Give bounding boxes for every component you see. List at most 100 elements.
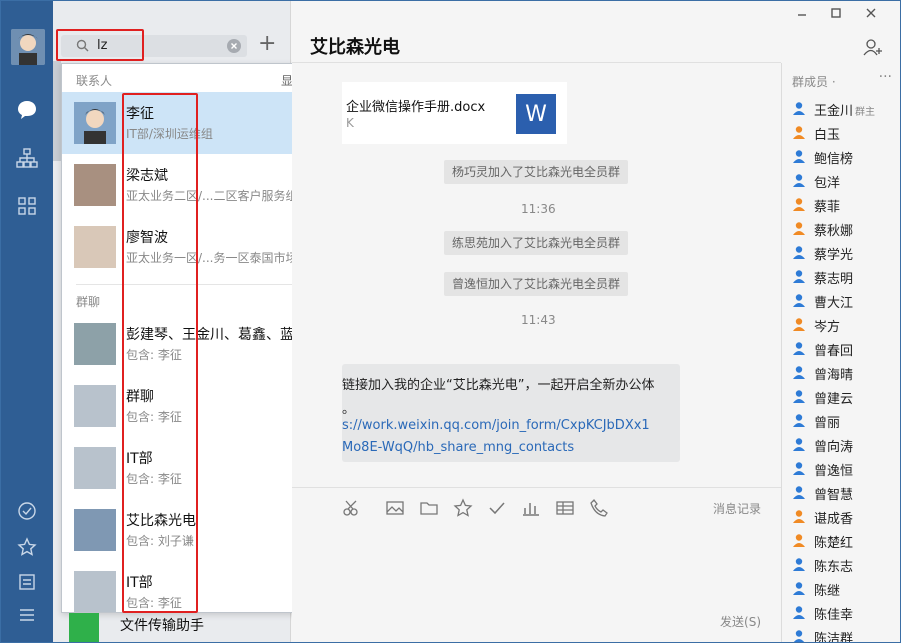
member-item[interactable]: 王金川 群主 xyxy=(792,97,900,121)
window-controls xyxy=(780,1,900,29)
checkmark-icon[interactable] xyxy=(487,498,507,518)
member-name: 蔡志明 xyxy=(814,272,854,287)
member-item[interactable]: 曾建云 xyxy=(792,385,900,409)
member-list-panel: 群成员 · ··· 王金川 群主白玉鲍信榜包洋蔡菲蔡秋娜蔡学光蔡志明曹大江岑方曾春… xyxy=(781,63,900,642)
system-message: 杨巧灵加入了艾比森光电全员群 xyxy=(444,160,629,184)
person-icon xyxy=(792,317,806,331)
member-item[interactable]: 蔡秋娜 xyxy=(792,217,900,241)
member-item[interactable]: 陈楚红 xyxy=(792,529,900,553)
session-scrollbar[interactable] xyxy=(53,61,61,161)
invite-link[interactable]: s://work.weixin.qq.com/join_form/CxpKCJb… xyxy=(342,418,650,433)
member-item[interactable]: 曾逸恒 xyxy=(792,457,900,481)
menu-hamburger-icon[interactable] xyxy=(14,602,40,628)
member-name: 曾春回 xyxy=(814,344,854,359)
member-name: 白玉 xyxy=(814,128,841,143)
member-item[interactable]: 陈佳幸 xyxy=(792,601,900,625)
chat-icon[interactable] xyxy=(14,97,40,123)
chat-header: 艾比森光电 xyxy=(292,1,781,63)
member-list-header: 群成员 · xyxy=(792,75,836,89)
member-name: 曾逸恒 xyxy=(814,464,854,479)
member-item[interactable]: 白玉 xyxy=(792,121,900,145)
member-name: 曾智慧 xyxy=(814,488,854,503)
person-icon xyxy=(792,413,806,427)
invite-link[interactable]: Mo8E-WqQ/hb_share_mng_contacts xyxy=(342,440,574,455)
person-icon xyxy=(792,605,806,619)
member-item[interactable]: 曹大江 xyxy=(792,289,900,313)
table-icon[interactable] xyxy=(555,498,575,518)
file-size: K xyxy=(346,116,354,130)
person-icon xyxy=(792,461,806,475)
send-button[interactable]: 发送(S) xyxy=(720,613,761,630)
message-timestamp: 11:36 xyxy=(521,202,556,216)
person-icon xyxy=(792,173,806,187)
member-name: 曾建云 xyxy=(814,392,854,407)
group-avatar xyxy=(74,571,116,612)
settings-sliders-icon[interactable] xyxy=(14,569,40,595)
member-name: 岑方 xyxy=(814,320,841,335)
file-name: 企业微信操作手册.docx xyxy=(346,100,486,115)
folder-icon[interactable] xyxy=(419,498,439,518)
person-icon xyxy=(792,365,806,379)
clear-search-icon[interactable] xyxy=(227,39,241,53)
member-item[interactable]: 蔡学光 xyxy=(792,241,900,265)
user-avatar[interactable] xyxy=(11,29,45,65)
member-item[interactable]: 曾智慧 xyxy=(792,481,900,505)
message-timestamp: 11:43 xyxy=(521,313,556,327)
favorites-star-icon[interactable] xyxy=(14,534,40,560)
member-name: 谌成香 xyxy=(814,512,854,527)
close-icon[interactable] xyxy=(865,7,877,23)
file-message[interactable]: 企业微信操作手册.docx K W xyxy=(342,82,567,144)
message-history-link[interactable]: 消息记录 xyxy=(713,500,761,517)
member-item[interactable]: 曾春回 xyxy=(792,337,900,361)
file-transfer-name[interactable]: 文件传输助手 xyxy=(120,615,204,635)
file-transfer-avatar[interactable] xyxy=(69,613,99,642)
group-avatar xyxy=(74,323,116,365)
person-icon xyxy=(792,197,806,211)
member-item[interactable]: 曾丽 xyxy=(792,409,900,433)
member-name: 蔡菲 xyxy=(814,200,841,215)
member-name: 曾丽 xyxy=(814,416,841,431)
member-name: 曾向涛 xyxy=(814,440,854,455)
todo-check-icon[interactable] xyxy=(14,498,40,524)
screenshot-scissors-icon[interactable] xyxy=(342,498,362,518)
person-icon xyxy=(792,221,806,235)
phone-call-icon[interactable] xyxy=(589,498,609,518)
word-doc-icon: W xyxy=(516,94,556,134)
member-name: 蔡秋娜 xyxy=(814,224,854,239)
chat-title: 艾比森光电 xyxy=(310,37,400,58)
member-item[interactable]: 曾向涛 xyxy=(792,433,900,457)
contact-avatar xyxy=(74,102,116,144)
member-name: 陈继 xyxy=(814,584,841,599)
member-item[interactable]: 鲍信榜 xyxy=(792,145,900,169)
bubble-text: 链接加入我的企业“艾比森光电”，一起开启全新办公体 xyxy=(342,378,655,393)
member-item[interactable]: 岑方 xyxy=(792,313,900,337)
maximize-icon[interactable] xyxy=(830,7,842,23)
member-more-icon[interactable]: ··· xyxy=(879,69,892,85)
contacts-org-icon[interactable] xyxy=(14,145,40,171)
member-item[interactable]: 陈东志 xyxy=(792,553,900,577)
input-toolbar: 消息记录 xyxy=(292,487,781,527)
star-icon[interactable] xyxy=(453,498,473,518)
add-person-icon[interactable] xyxy=(863,37,883,61)
image-icon[interactable] xyxy=(385,498,405,518)
add-plus-button[interactable]: + xyxy=(258,33,276,55)
app-window: lz + 联系人 显示更多 李征 IT部/深圳运维组 梁志斌 亚太业务二区/..… xyxy=(0,0,901,643)
member-name: 蔡学光 xyxy=(814,248,854,263)
member-item[interactable]: 谌成香 xyxy=(792,505,900,529)
minimize-icon[interactable] xyxy=(796,7,808,23)
member-item[interactable]: 蔡志明 xyxy=(792,265,900,289)
person-icon xyxy=(792,581,806,595)
person-icon xyxy=(792,629,806,642)
bubble-text: 。 xyxy=(342,402,356,417)
member-item[interactable]: 陈继 xyxy=(792,577,900,601)
poll-chart-icon[interactable] xyxy=(521,498,541,518)
member-item[interactable]: 陈洁群 xyxy=(792,625,900,642)
member-item[interactable]: 包洋 xyxy=(792,169,900,193)
workbench-grid-icon[interactable] xyxy=(14,193,40,219)
person-icon xyxy=(792,437,806,451)
member-item[interactable]: 曾海晴 xyxy=(792,361,900,385)
member-name: 曾海晴 xyxy=(814,368,854,383)
member-item[interactable]: 蔡菲 xyxy=(792,193,900,217)
member-name: 王金川 群主 xyxy=(814,104,876,119)
member-name: 包洋 xyxy=(814,176,841,191)
